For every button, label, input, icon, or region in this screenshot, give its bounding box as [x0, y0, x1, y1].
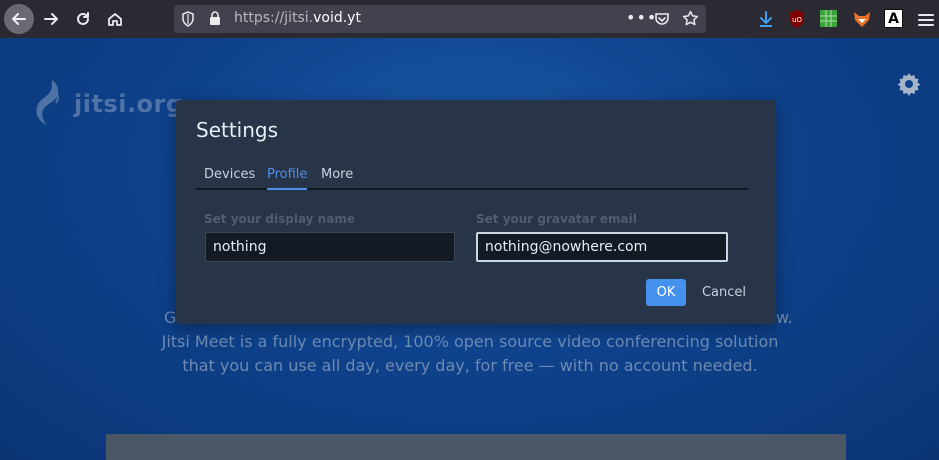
- description-line-1: Jitsi Meet is a fully encrypted, 100% op…: [161, 332, 779, 351]
- address-bar[interactable]: https://jitsi.void.yt •••: [174, 5, 706, 33]
- gravatar-email-field[interactable]: [476, 232, 728, 262]
- bookmark-star-icon[interactable]: [682, 10, 699, 31]
- page-description: Jitsi Meet is a fully encrypted, 100% op…: [150, 330, 790, 378]
- spreadsheet-extension-icon[interactable]: [820, 10, 837, 27]
- settings-dialog: Settings Devices Profile More Set your d…: [176, 100, 776, 324]
- url-host: void.yt: [313, 10, 361, 26]
- browser-toolbar: https://jitsi.void.yt ••• uO A: [0, 0, 939, 38]
- settings-gear-button[interactable]: [896, 71, 922, 101]
- display-name-field[interactable]: [205, 232, 455, 262]
- svg-text:uO: uO: [792, 16, 802, 24]
- logo-text: jitsi.org: [74, 90, 184, 118]
- lock-icon[interactable]: [209, 11, 221, 30]
- description-line-2: that you can use all day, every day, for…: [182, 356, 758, 375]
- url-text[interactable]: https://jitsi.void.yt: [234, 10, 361, 26]
- display-name-label: Set your display name: [204, 212, 355, 226]
- fox-extension-icon[interactable]: [852, 9, 872, 29]
- forward-button[interactable]: [37, 5, 65, 33]
- downloads-button[interactable]: [752, 5, 780, 33]
- tracking-shield-icon[interactable]: [181, 11, 195, 31]
- cancel-button[interactable]: Cancel: [696, 279, 752, 306]
- tab-profile[interactable]: Profile: [267, 167, 308, 190]
- description-clipped-start: G: [164, 308, 177, 327]
- download-arrow-icon: [760, 11, 772, 27]
- jitsi-logo[interactable]: jitsi.org: [32, 78, 184, 130]
- meeting-panel: [106, 434, 846, 460]
- home-button[interactable]: [101, 5, 129, 33]
- arrow-right-icon: [44, 13, 58, 25]
- ok-button[interactable]: OK: [646, 279, 686, 306]
- arrow-left-icon: [12, 13, 26, 25]
- home-icon: [108, 13, 122, 26]
- reload-button[interactable]: [69, 5, 97, 33]
- page-actions-menu[interactable]: •••: [626, 8, 657, 27]
- tab-more[interactable]: More: [321, 167, 353, 188]
- ublock-origin-icon[interactable]: uO: [787, 9, 807, 29]
- gravatar-email-label: Set your gravatar email: [476, 212, 637, 226]
- reload-icon: [77, 12, 89, 25]
- hamburger-menu-icon[interactable]: [916, 10, 936, 30]
- tab-devices[interactable]: Devices: [204, 167, 255, 188]
- gear-icon: [897, 73, 921, 96]
- dialog-title: Settings: [196, 118, 279, 142]
- font-extension-icon[interactable]: A: [884, 9, 903, 28]
- description-clipped-end: w.: [776, 308, 793, 327]
- pocket-icon[interactable]: [654, 11, 670, 31]
- url-prefix: https://jitsi.: [234, 10, 314, 26]
- settings-tabs: Devices Profile More: [196, 166, 748, 190]
- back-button[interactable]: [4, 4, 34, 34]
- jitsi-logo-icon: [36, 80, 59, 125]
